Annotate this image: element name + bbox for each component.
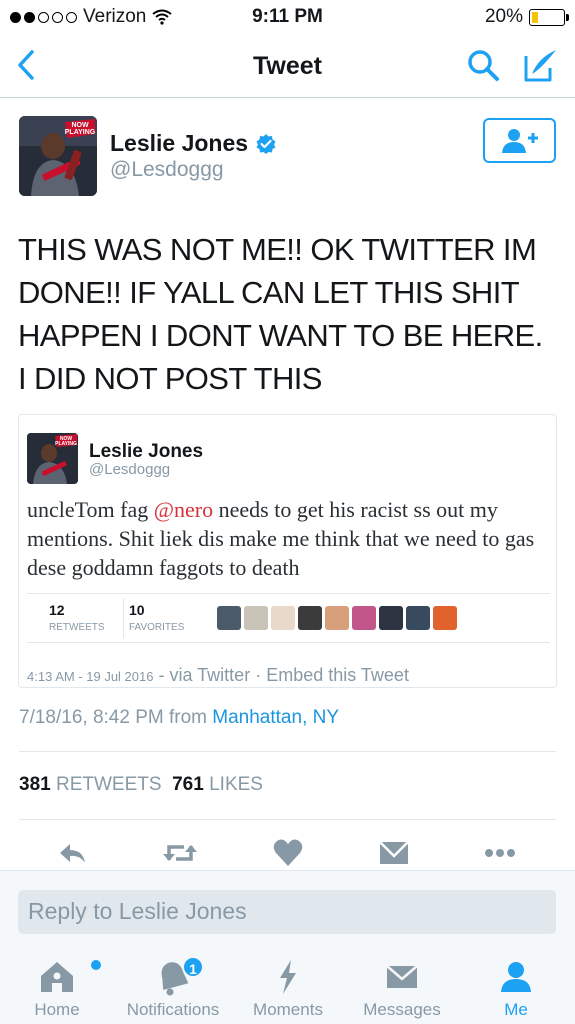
tab-notifications-label: Notifications [126, 1000, 220, 1019]
author-name[interactable]: Leslie Jones [110, 130, 248, 157]
quoted-tweet-text: uncleTom fag @nero needs to get his raci… [27, 495, 552, 582]
tab-messages-label: Messages [363, 1000, 441, 1019]
tab-me[interactable]: Me [487, 956, 545, 1024]
quoted-author-avatar[interactable]: NOW PLAYING [27, 433, 78, 484]
author-name-row[interactable]: Leslie Jones [110, 130, 276, 157]
quoted-tweet-card[interactable]: NOW PLAYING Leslie Jones @Lesdoggg uncle… [18, 414, 557, 688]
quoted-retweets[interactable]: 12 RETWEETS [49, 602, 105, 633]
tab-home[interactable]: Home [18, 956, 101, 1024]
tweet-actions [0, 836, 575, 872]
quoted-timestamp[interactable]: 4:13 AM - 19 Jul 2016 [27, 669, 153, 684]
quoted-favorites[interactable]: 10 FAVORITES [129, 602, 184, 633]
add-user-icon [501, 128, 538, 153]
more-options-icon[interactable] [484, 838, 516, 868]
mention-link[interactable]: @nero [154, 497, 213, 522]
follow-button[interactable] [483, 118, 556, 163]
tab-moments-label: Moments [253, 1000, 323, 1019]
divider [19, 751, 556, 752]
status-bar: Verizon 9:11 PM 20% [0, 0, 575, 34]
avatar-badge-line1: NOW [71, 122, 89, 129]
reply-input[interactable]: Reply to Leslie Jones [18, 890, 556, 934]
lightning-icon [280, 960, 296, 994]
tab-me-label: Me [504, 1000, 528, 1019]
user-avatar[interactable] [352, 606, 376, 630]
person-icon [501, 962, 531, 992]
user-avatar[interactable] [244, 606, 268, 630]
avatar-badge-line2: PLAYING [65, 129, 96, 136]
quoted-author-name[interactable]: Leslie Jones [89, 441, 203, 463]
author-avatar[interactable]: NOW PLAYING [19, 116, 97, 196]
quoted-meta: 4:13 AM - 19 Jul 2016 - via Twitter · Em… [27, 665, 409, 686]
user-avatar[interactable] [433, 606, 457, 630]
notifications-badge: 1 [182, 956, 204, 978]
embed-tweet-link[interactable]: · Embed this Tweet [255, 665, 409, 685]
stats-divider [123, 598, 124, 638]
battery-status: 20% [484, 6, 569, 28]
compose-icon[interactable] [520, 46, 560, 84]
tab-notifications[interactable]: 1 Notifications [118, 956, 228, 1024]
likes-count[interactable]: 761 [172, 774, 204, 795]
tab-home-label: Home [34, 1000, 80, 1019]
retweet-icon[interactable] [162, 838, 198, 868]
tab-messages[interactable]: Messages [356, 956, 448, 1024]
quoted-text-before: uncleTom fag [27, 497, 154, 522]
user-avatar[interactable] [271, 606, 295, 630]
author-handle[interactable]: @Lesdoggg [110, 158, 224, 182]
new-content-dot [91, 960, 101, 970]
quoted-author-handle[interactable]: @Lesdoggg [89, 461, 170, 478]
user-avatar[interactable] [217, 606, 241, 630]
reply-icon[interactable] [56, 838, 88, 868]
favoriters-avatars [217, 606, 457, 630]
user-avatar[interactable] [406, 606, 430, 630]
search-icon[interactable] [466, 48, 500, 82]
tab-bar: Home 1 Notifications Moments Messages Me [0, 956, 575, 1024]
battery-percent: 20% [484, 6, 523, 27]
quoted-avatar-badge-line2: PLAYING [55, 441, 77, 447]
quoted-retweets-count: 12 [49, 602, 65, 618]
user-avatar[interactable] [325, 606, 349, 630]
tweet-date: 7/18/16, 8:42 PM from [19, 707, 207, 728]
retweets-count[interactable]: 381 [19, 774, 51, 795]
home-icon [41, 962, 73, 992]
battery-icon [529, 8, 569, 26]
user-avatar[interactable] [379, 606, 403, 630]
quoted-stats-row: 12 RETWEETS 10 FAVORITES [27, 593, 550, 643]
quoted-favorites-count: 10 [129, 602, 145, 618]
tweet-location-link[interactable]: Manhattan, NY [212, 707, 339, 728]
tab-moments[interactable]: Moments [246, 956, 330, 1024]
quoted-favorites-label: FAVORITES [129, 622, 185, 633]
quoted-retweets-label: RETWEETS [49, 622, 105, 633]
engagement-counts: 381 RETWEETS 761 LIKES [19, 774, 263, 796]
direct-message-icon[interactable] [378, 838, 410, 868]
reply-bar: Reply to Leslie Jones [0, 870, 575, 956]
divider [19, 819, 556, 820]
like-heart-icon[interactable] [272, 838, 304, 868]
user-avatar[interactable] [298, 606, 322, 630]
tweet-timestamp: 7/18/16, 8:42 PM from Manhattan, NY [19, 707, 339, 729]
likes-label[interactable]: LIKES [209, 774, 263, 795]
tweet-text: THIS WAS NOT ME!! OK TWITTER IM DONE!! I… [18, 232, 543, 396]
nav-bar: Tweet [0, 34, 575, 98]
verified-badge-icon [256, 133, 276, 154]
envelope-icon [386, 965, 418, 988]
retweets-label[interactable]: RETWEETS [56, 774, 162, 795]
quoted-via: - via Twitter [158, 665, 251, 685]
